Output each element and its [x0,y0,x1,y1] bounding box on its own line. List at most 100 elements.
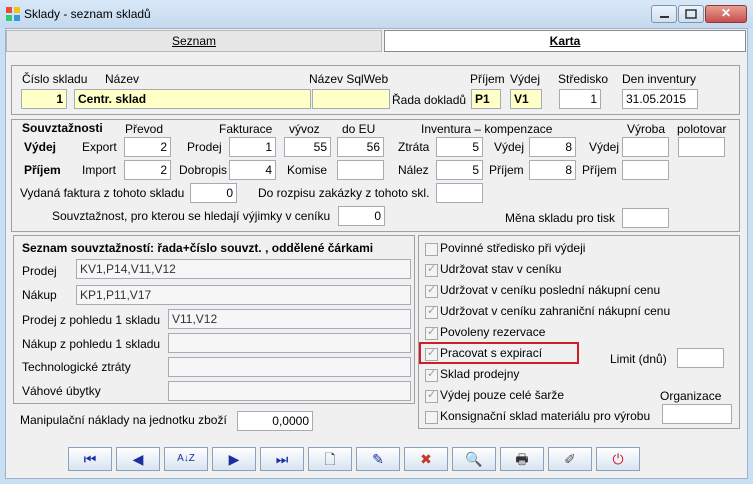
polotovar-vydej-field[interactable] [678,137,725,157]
delete-record-button[interactable]: ✖ [404,447,448,471]
manipulacni-label: Manipulační náklady na jednotku zboží [20,413,227,427]
seznam-prodej1-field[interactable]: V11,V12 [168,309,411,329]
find-button[interactable]: 🔍 [452,447,496,471]
sqlweb-field[interactable] [312,89,390,109]
option-label-7: Výdej pouze celé šarže [440,388,565,402]
vyroba-prijem-label: Příjem [582,163,617,177]
seznam-nakup-field[interactable]: KP1,P11,V17 [76,285,411,305]
edit-record-button[interactable]: ✎ [356,447,400,471]
komise-field[interactable] [337,160,384,180]
inv-prijem-field[interactable]: 8 [529,160,576,180]
dobropis-label: Dobropis [179,163,228,177]
rozpis-field[interactable] [436,183,483,203]
option-label-6: Sklad prodejny [440,367,520,381]
option-checkbox-8[interactable] [425,411,438,424]
printer-icon: 🖶 [515,451,529,467]
prev-record-button[interactable]: ◀ [116,447,160,471]
prijem-series-field[interactable]: P1 [471,89,501,109]
sort-button[interactable]: A↓Z [164,447,208,471]
manipulacni-field[interactable]: 0,0000 [237,411,313,431]
prodej-field[interactable]: 1 [229,137,276,157]
option-checkbox-7[interactable] [425,388,438,403]
next-icon: ▶ [228,451,240,467]
option-label-2: Udržovat v ceníku poslední nákupní cenu [440,283,661,297]
col-doeu: do EU [342,122,376,136]
option-checkbox-3[interactable] [425,304,438,319]
export-label: Export [82,140,117,154]
row-prijem: Příjem [24,163,61,177]
vyroba-vydej-label: Výdej [589,140,620,154]
cislo-field[interactable]: 1 [21,89,67,109]
import-label: Import [82,163,117,177]
seznam-nakup1-field[interactable] [168,333,411,353]
tab-seznam[interactable]: Seznam [6,30,382,52]
limit-field[interactable] [677,348,724,368]
inventura-field[interactable]: 31.05.2015 [622,89,698,109]
seznam-vahove-field[interactable] [168,381,411,401]
nalez-field[interactable]: 5 [436,160,483,180]
ztrata-label: Ztráta [398,140,430,154]
option-checkbox-1[interactable] [425,262,438,277]
print-button[interactable]: 🖶 [500,447,544,471]
option-checkbox-5[interactable] [425,346,438,361]
new-record-button[interactable]: 🗋 [308,447,352,471]
option-label-5: Pracovat s expirací [440,346,543,360]
power-icon: ⏻ [612,451,624,467]
seznam-prodej-field[interactable]: KV1,P14,V11,V12 [76,259,411,279]
import-field[interactable]: 2 [124,160,171,180]
vydej-series-field[interactable]: V1 [510,89,542,109]
faktura-label: Vydaná faktura z tohoto skladu [20,186,185,200]
col-polotovar: polotovar [677,122,727,136]
inv-vydej-field[interactable]: 8 [529,137,576,157]
doeu-field[interactable]: 56 [337,137,384,157]
option-checkbox-0[interactable] [425,243,438,256]
nazev-field[interactable]: Centr. sklad [74,89,311,109]
option-label-0: Povinné středisko při výdeji [440,241,586,255]
tab-karta[interactable]: Karta [384,30,746,52]
option-label-1: Udržovat stav v ceníku [440,262,562,276]
prodej-label: Prodej [187,140,222,154]
vyjimky-field[interactable]: 0 [338,206,385,226]
mena-field[interactable] [622,208,669,228]
faktura-field[interactable]: 0 [190,183,237,203]
binoculars-icon: 🔍 [465,451,483,467]
seznam-prodej1-label: Prodej z pohledu 1 skladu [22,313,161,327]
vyroba-prijem-field[interactable] [622,160,669,180]
seznam-vahove-label: Váhové úbytky [22,384,101,398]
seznam-tech-field[interactable] [168,357,411,377]
col-inventura: Inventura – kompenzace [421,122,553,136]
close-button[interactable]: ✕ [705,5,747,23]
last-icon: ⏭ [275,451,289,467]
seznam-tech-label: Technologické ztráty [22,360,131,374]
maximize-button[interactable] [678,5,704,23]
stredisko-field[interactable]: 1 [559,89,601,109]
organizace-label: Organizace [660,389,722,403]
col-vyvoz: vývoz [289,122,320,136]
ztrata-field[interactable]: 5 [436,137,483,157]
souvz-title: Souvztažnosti [22,121,103,135]
export-field[interactable]: 2 [124,137,171,157]
dobropis-field[interactable]: 4 [229,160,276,180]
edit-icon: ✎ [372,451,384,467]
vyvoz-field[interactable]: 55 [284,137,331,157]
first-record-button[interactable]: ⏮ [68,447,112,471]
komise-label: Komise [287,163,328,177]
vyroba-vydej-field[interactable] [622,137,669,157]
limit-label: Limit (dnů) [610,352,667,366]
last-record-button[interactable]: ⏭ [260,447,304,471]
exit-button[interactable]: ⏻ [596,447,640,471]
option-label-4: Povoleny rezervace [440,325,546,339]
option-checkbox-2[interactable] [425,283,438,298]
sqlweb-label: Název SqlWeb [309,72,389,86]
pen-button[interactable]: ✐ [548,447,592,471]
prijem-label: Příjem [470,72,505,86]
option-checkbox-6[interactable] [425,367,438,382]
rada-label: Řada dokladů [392,93,467,107]
stredisko-label: Středisko [558,72,609,86]
prev-icon: ◀ [132,451,144,467]
seznam-prodej-label: Prodej [22,264,57,278]
minimize-button[interactable] [651,5,677,23]
option-checkbox-4[interactable] [425,325,438,340]
organizace-field[interactable] [662,404,732,424]
next-record-button[interactable]: ▶ [212,447,256,471]
